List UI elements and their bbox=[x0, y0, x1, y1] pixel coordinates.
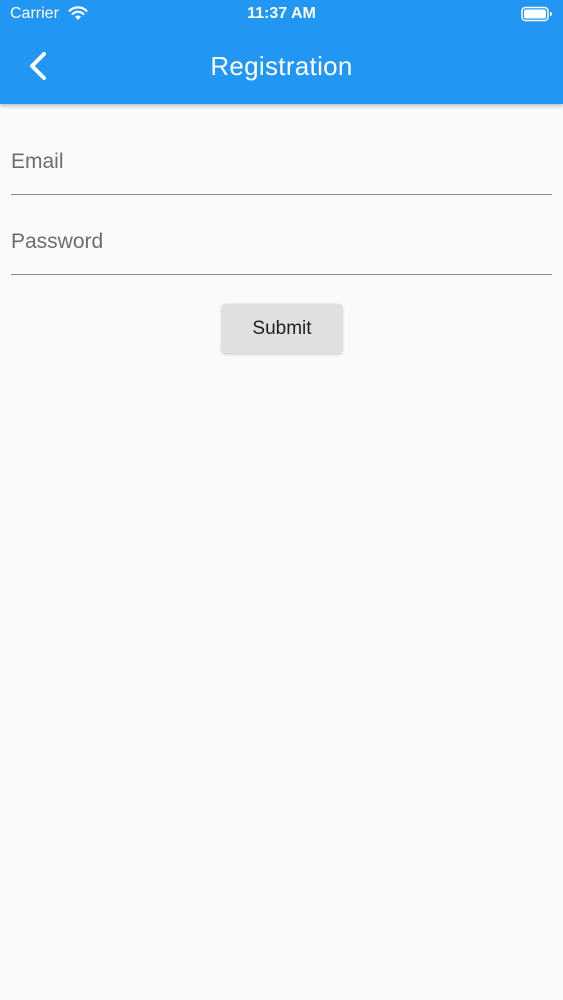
password-input[interactable] bbox=[11, 218, 552, 274]
app-bar: Carrier 11:37 AM Registration bbox=[0, 0, 563, 104]
page-title: Registration bbox=[210, 51, 353, 81]
clock: 11:37 AM bbox=[247, 5, 316, 22]
email-input[interactable] bbox=[11, 138, 552, 194]
password-field[interactable]: Password bbox=[11, 218, 552, 275]
battery-icon bbox=[521, 6, 552, 22]
status-bar: Carrier 11:37 AM bbox=[0, 0, 563, 30]
submit-button[interactable]: Submit bbox=[222, 304, 342, 353]
email-field[interactable]: Email bbox=[11, 138, 552, 195]
